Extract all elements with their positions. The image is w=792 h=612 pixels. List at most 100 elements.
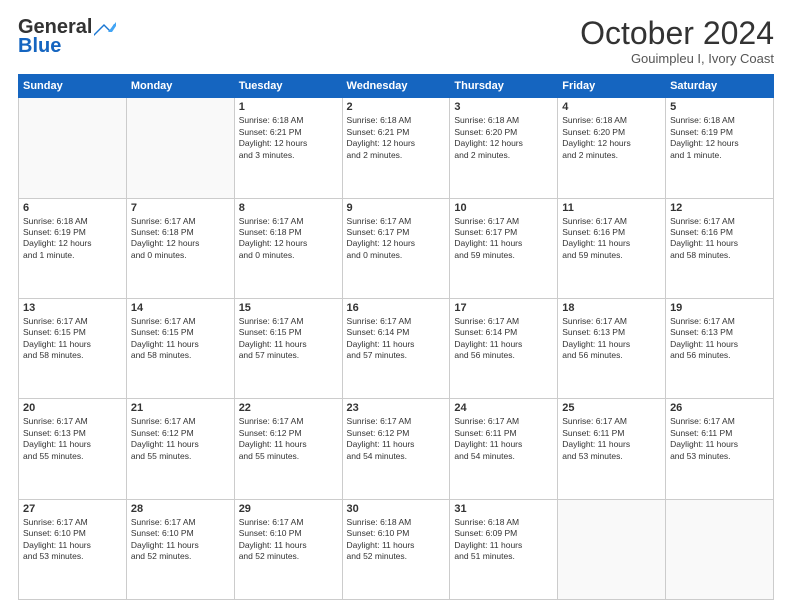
calendar-week-row: 13 Sunrise: 6:17 AM Sunset: 6:15 PM Dayli… xyxy=(19,298,774,398)
calendar-cell xyxy=(558,499,666,599)
header: General Blue October 2024 Gouimpleu I, I… xyxy=(18,16,774,66)
day-info: Sunrise: 6:17 AM Sunset: 6:15 PM Dayligh… xyxy=(131,316,230,362)
calendar-cell xyxy=(19,98,127,198)
calendar-cell: 5 Sunrise: 6:18 AM Sunset: 6:19 PM Daylig… xyxy=(666,98,774,198)
calendar-day-header: Wednesday xyxy=(342,75,450,98)
calendar-cell: 8 Sunrise: 6:17 AM Sunset: 6:18 PM Daylig… xyxy=(234,198,342,298)
calendar-cell: 29 Sunrise: 6:17 AM Sunset: 6:10 PM Dayli… xyxy=(234,499,342,599)
calendar-cell: 30Sunrise: 6:18 AM Sunset: 6:10 PM Dayli… xyxy=(342,499,450,599)
day-info: Sunrise: 6:17 AM Sunset: 6:16 PM Dayligh… xyxy=(670,216,769,262)
day-info: Sunrise: 6:17 AM Sunset: 6:15 PM Dayligh… xyxy=(23,316,122,362)
calendar-cell: 11Sunrise: 6:17 AM Sunset: 6:16 PM Dayli… xyxy=(558,198,666,298)
day-number: 3 xyxy=(454,101,553,113)
calendar-cell: 12 Sunrise: 6:17 AM Sunset: 6:16 PM Dayli… xyxy=(666,198,774,298)
day-info: Sunrise: 6:18 AM Sunset: 6:10 PM Dayligh… xyxy=(347,517,446,563)
day-info: Sunrise: 6:17 AM Sunset: 6:10 PM Dayligh… xyxy=(239,517,338,563)
calendar-cell: 17 Sunrise: 6:17 AM Sunset: 6:14 PM Dayli… xyxy=(450,298,558,398)
calendar-cell xyxy=(126,98,234,198)
title-block: October 2024 Gouimpleu I, Ivory Coast xyxy=(580,16,774,66)
calendar-day-header: Saturday xyxy=(666,75,774,98)
day-number: 19 xyxy=(670,302,769,314)
calendar-cell: 16 Sunrise: 6:17 AM Sunset: 6:14 PM Dayli… xyxy=(342,298,450,398)
month-title: October 2024 xyxy=(580,16,774,51)
calendar-table: SundayMondayTuesdayWednesdayThursdayFrid… xyxy=(18,74,774,600)
day-info: Sunrise: 6:17 AM Sunset: 6:14 PM Dayligh… xyxy=(347,316,446,362)
location: Gouimpleu I, Ivory Coast xyxy=(580,51,774,66)
day-info: Sunrise: 6:18 AM Sunset: 6:21 PM Dayligh… xyxy=(239,115,338,161)
day-number: 29 xyxy=(239,503,338,515)
calendar-cell: 23 Sunrise: 6:17 AM Sunset: 6:12 PM Dayli… xyxy=(342,399,450,499)
day-info: Sunrise: 6:18 AM Sunset: 6:09 PM Dayligh… xyxy=(454,517,553,563)
calendar-cell: 20Sunrise: 6:17 AM Sunset: 6:13 PM Dayli… xyxy=(19,399,127,499)
day-number: 2 xyxy=(347,101,446,113)
calendar-cell: 6 Sunrise: 6:18 AM Sunset: 6:19 PM Daylig… xyxy=(19,198,127,298)
day-info: Sunrise: 6:17 AM Sunset: 6:18 PM Dayligh… xyxy=(239,216,338,262)
day-info: Sunrise: 6:17 AM Sunset: 6:14 PM Dayligh… xyxy=(454,316,553,362)
calendar-cell: 15Sunrise: 6:17 AM Sunset: 6:15 PM Dayli… xyxy=(234,298,342,398)
calendar-cell: 31Sunrise: 6:18 AM Sunset: 6:09 PM Dayli… xyxy=(450,499,558,599)
day-info: Sunrise: 6:18 AM Sunset: 6:19 PM Dayligh… xyxy=(23,216,122,262)
day-number: 25 xyxy=(562,402,661,414)
calendar-day-header: Thursday xyxy=(450,75,558,98)
day-number: 10 xyxy=(454,202,553,214)
day-number: 6 xyxy=(23,202,122,214)
calendar-day-header: Monday xyxy=(126,75,234,98)
day-number: 5 xyxy=(670,101,769,113)
logo-blue: Blue xyxy=(18,35,61,58)
calendar-cell: 10 Sunrise: 6:17 AM Sunset: 6:17 PM Dayli… xyxy=(450,198,558,298)
day-number: 4 xyxy=(562,101,661,113)
day-number: 15 xyxy=(239,302,338,314)
calendar-cell: 9Sunrise: 6:17 AM Sunset: 6:17 PM Daylig… xyxy=(342,198,450,298)
day-number: 12 xyxy=(670,202,769,214)
day-info: Sunrise: 6:17 AM Sunset: 6:10 PM Dayligh… xyxy=(23,517,122,563)
day-number: 26 xyxy=(670,402,769,414)
day-number: 1 xyxy=(239,101,338,113)
day-number: 13 xyxy=(23,302,122,314)
calendar-cell: 27 Sunrise: 6:17 AM Sunset: 6:10 PM Dayli… xyxy=(19,499,127,599)
day-info: Sunrise: 6:17 AM Sunset: 6:11 PM Dayligh… xyxy=(670,416,769,462)
logo-bird-icon xyxy=(94,22,116,36)
day-number: 8 xyxy=(239,202,338,214)
day-number: 27 xyxy=(23,503,122,515)
day-number: 11 xyxy=(562,202,661,214)
calendar-week-row: 6 Sunrise: 6:18 AM Sunset: 6:19 PM Daylig… xyxy=(19,198,774,298)
day-number: 23 xyxy=(347,402,446,414)
calendar-week-row: 1 Sunrise: 6:18 AM Sunset: 6:21 PM Daylig… xyxy=(19,98,774,198)
calendar-cell: 1 Sunrise: 6:18 AM Sunset: 6:21 PM Daylig… xyxy=(234,98,342,198)
day-info: Sunrise: 6:18 AM Sunset: 6:20 PM Dayligh… xyxy=(562,115,661,161)
calendar-cell xyxy=(666,499,774,599)
calendar-cell: 2 Sunrise: 6:18 AM Sunset: 6:21 PM Daylig… xyxy=(342,98,450,198)
day-info: Sunrise: 6:17 AM Sunset: 6:18 PM Dayligh… xyxy=(131,216,230,262)
day-number: 20 xyxy=(23,402,122,414)
day-info: Sunrise: 6:18 AM Sunset: 6:21 PM Dayligh… xyxy=(347,115,446,161)
day-info: Sunrise: 6:17 AM Sunset: 6:12 PM Dayligh… xyxy=(239,416,338,462)
calendar-cell: 26 Sunrise: 6:17 AM Sunset: 6:11 PM Dayli… xyxy=(666,399,774,499)
day-number: 16 xyxy=(347,302,446,314)
day-number: 14 xyxy=(131,302,230,314)
calendar-cell: 18 Sunrise: 6:17 AM Sunset: 6:13 PM Dayli… xyxy=(558,298,666,398)
calendar-day-header: Tuesday xyxy=(234,75,342,98)
day-info: Sunrise: 6:17 AM Sunset: 6:13 PM Dayligh… xyxy=(670,316,769,362)
logo: General Blue xyxy=(18,16,116,58)
calendar-cell: 21Sunrise: 6:17 AM Sunset: 6:12 PM Dayli… xyxy=(126,399,234,499)
day-info: Sunrise: 6:18 AM Sunset: 6:19 PM Dayligh… xyxy=(670,115,769,161)
calendar-week-row: 27 Sunrise: 6:17 AM Sunset: 6:10 PM Dayli… xyxy=(19,499,774,599)
day-number: 24 xyxy=(454,402,553,414)
calendar-cell: 22 Sunrise: 6:17 AM Sunset: 6:12 PM Dayli… xyxy=(234,399,342,499)
calendar-cell: 3Sunrise: 6:18 AM Sunset: 6:20 PM Daylig… xyxy=(450,98,558,198)
day-number: 22 xyxy=(239,402,338,414)
calendar-header-row: SundayMondayTuesdayWednesdayThursdayFrid… xyxy=(19,75,774,98)
day-info: Sunrise: 6:17 AM Sunset: 6:11 PM Dayligh… xyxy=(454,416,553,462)
day-info: Sunrise: 6:17 AM Sunset: 6:11 PM Dayligh… xyxy=(562,416,661,462)
day-number: 21 xyxy=(131,402,230,414)
calendar-week-row: 20Sunrise: 6:17 AM Sunset: 6:13 PM Dayli… xyxy=(19,399,774,499)
day-info: Sunrise: 6:17 AM Sunset: 6:13 PM Dayligh… xyxy=(562,316,661,362)
day-info: Sunrise: 6:17 AM Sunset: 6:17 PM Dayligh… xyxy=(454,216,553,262)
calendar-cell: 4 Sunrise: 6:18 AM Sunset: 6:20 PM Daylig… xyxy=(558,98,666,198)
day-number: 17 xyxy=(454,302,553,314)
calendar-day-header: Friday xyxy=(558,75,666,98)
calendar-cell: 13 Sunrise: 6:17 AM Sunset: 6:15 PM Dayli… xyxy=(19,298,127,398)
day-number: 28 xyxy=(131,503,230,515)
day-info: Sunrise: 6:17 AM Sunset: 6:12 PM Dayligh… xyxy=(347,416,446,462)
day-number: 18 xyxy=(562,302,661,314)
